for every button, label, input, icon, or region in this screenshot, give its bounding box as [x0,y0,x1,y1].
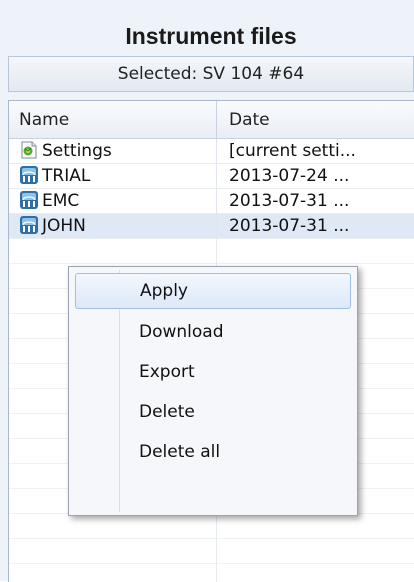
column-header-date[interactable]: Date [217,101,414,139]
table-row[interactable]: EMC 2013-07-31 ... [9,189,414,214]
date-cell: 2013-07-31 ... [217,214,414,238]
instrument-icon [19,165,39,185]
file-name: Settings [42,141,112,161]
menu-item-download[interactable]: Download [75,314,351,350]
menu-item-delete-all[interactable]: Delete all [75,434,351,470]
empty-row [9,514,414,539]
column-header-name[interactable]: Name [9,101,217,139]
table-row[interactable]: TRIAL 2013-07-24 ... [9,164,414,189]
menu-item-delete[interactable]: Delete [75,394,351,430]
date-cell: [current setti... [229,141,356,161]
empty-row [9,239,414,264]
file-name: EMC [42,191,80,211]
menu-item-apply[interactable]: Apply [75,273,351,309]
file-name: TRIAL [42,166,91,186]
date-cell: 2013-07-31 ... [229,191,350,211]
table-row-selected[interactable]: JOHN 2013-07-31 ... [9,214,414,239]
settings-file-icon [19,140,39,160]
instrument-files-panel: Instrument files Selected: SV 104 #64 Na… [0,0,414,582]
name-cell: EMC [9,189,217,213]
date-cell: 2013-07-24 ... [229,166,350,186]
instrument-icon [19,215,39,235]
name-cell: Settings [9,139,217,163]
instrument-icon [19,190,39,210]
name-cell: JOHN [9,214,217,238]
panel-title: Instrument files [125,23,297,49]
selected-instrument-label: Selected: SV 104 #64 [8,56,414,92]
context-menu: Apply Download Export Delete Delete all [68,266,358,516]
menu-item-export[interactable]: Export [75,354,351,390]
empty-row [9,539,414,564]
table-row[interactable]: Settings [current setti... [9,139,414,164]
file-name: JOHN [42,216,86,236]
empty-row [9,564,414,582]
name-cell: TRIAL [9,164,217,188]
